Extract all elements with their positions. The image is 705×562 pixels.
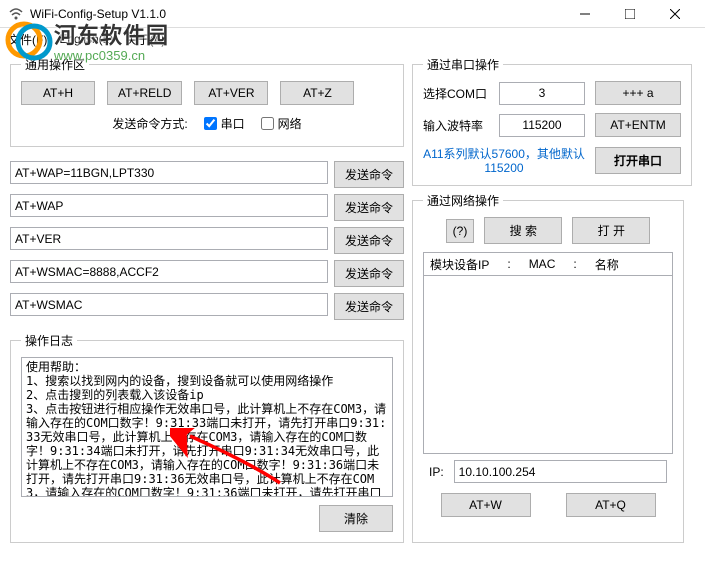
at-h-button[interactable]: AT+H [21,81,95,105]
maximize-button[interactable] [607,0,652,28]
network-ops-group: 通过网络操作 (?) 搜 索 打 开 模块设备IP : MAC : 名称 IP:… [412,192,684,543]
baud-input[interactable] [499,114,585,137]
at-z-button[interactable]: AT+Z [280,81,354,105]
plus-a-button[interactable]: +++ a [595,81,681,105]
close-button[interactable] [652,0,697,28]
serial-checkbox[interactable] [204,117,217,130]
help-button[interactable]: (?) [446,219,475,243]
at-ver-button[interactable]: AT+VER [194,81,268,105]
com-label: 选择COM口 [423,85,489,102]
device-list-header: 模块设备IP : MAC : 名称 [423,252,673,276]
send-button-0[interactable]: 发送命令 [334,161,404,188]
search-button[interactable]: 搜 索 [484,217,562,244]
clear-log-button[interactable]: 清除 [319,505,393,532]
device-list[interactable] [423,276,673,454]
app-icon [8,6,24,22]
com-input[interactable] [499,82,585,105]
network-ops-legend: 通过网络操作 [423,192,503,209]
hdr-mac: MAC [529,257,556,271]
open-serial-button[interactable]: 打开串口 [595,147,681,174]
at-q-button[interactable]: AT+Q [566,493,656,517]
log-legend: 操作日志 [21,332,77,349]
send-button-4[interactable]: 发送命令 [334,293,404,320]
serial-group: 通过串口操作 选择COM口 +++ a 输入波特率 AT+ENTM A11系列默… [412,56,692,186]
log-textarea[interactable]: 使用帮助： 1、搜索以找到网内的设备，搜到设备就可以使用网络操作 2、点击搜到的… [21,357,393,497]
send-button-2[interactable]: 发送命令 [334,227,404,254]
at-reld-button[interactable]: AT+RELD [107,81,182,105]
menu-language[interactable]: English(L) [59,32,113,46]
send-button-1[interactable]: 发送命令 [334,194,404,221]
open-button[interactable]: 打 开 [572,217,650,244]
common-ops-legend: 通用操作区 [21,56,89,73]
send-method-label: 发送命令方式: [112,115,187,132]
hdr-name: 名称 [595,256,619,273]
network-checkbox-wrap[interactable]: 网络 [261,115,302,132]
cmd-input-1[interactable] [10,194,328,217]
cmd-input-3[interactable] [10,260,328,283]
cmd-input-4[interactable] [10,293,328,316]
serial-legend: 通过串口操作 [423,56,503,73]
at-entm-button[interactable]: AT+ENTM [595,113,681,137]
common-ops-group: 通用操作区 AT+H AT+RELD AT+VER AT+Z 发送命令方式: 串… [10,56,404,147]
minimize-button[interactable] [562,0,607,28]
baud-label: 输入波特率 [423,117,489,134]
network-checkbox[interactable] [261,117,274,130]
serial-note: A11系列默认57600，其他默认115200 [423,147,585,175]
window-title: WiFi-Config-Setup V1.1.0 [30,7,166,21]
cmd-input-0[interactable] [10,161,328,184]
ip-input[interactable] [454,460,667,483]
cmd-input-2[interactable] [10,227,328,250]
menu-about[interactable]: 关于(A) [125,31,165,48]
at-w-button[interactable]: AT+W [441,493,531,517]
hdr-ip: 模块设备IP [430,256,489,273]
menu-file[interactable]: 文件(F) [8,31,47,48]
serial-checkbox-wrap[interactable]: 串口 [204,115,245,132]
log-group: 操作日志 使用帮助： 1、搜索以找到网内的设备，搜到设备就可以使用网络操作 2、… [10,332,404,543]
ip-label: IP: [429,465,444,479]
menubar: 文件(F) English(L) 关于(A) [0,28,705,50]
send-button-3[interactable]: 发送命令 [334,260,404,287]
titlebar: WiFi-Config-Setup V1.1.0 [0,0,705,28]
command-rows: 发送命令 发送命令 发送命令 发送命令 发送命令 [10,161,404,326]
